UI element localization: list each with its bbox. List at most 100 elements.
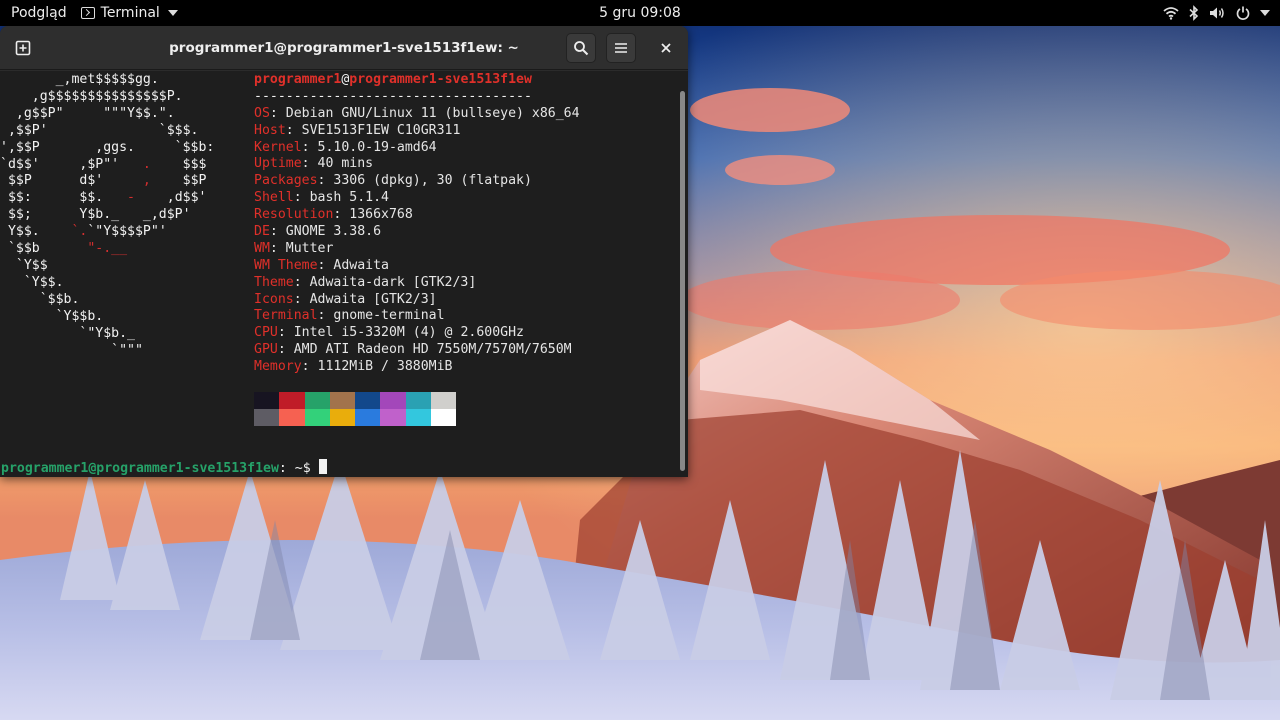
info-key: Terminal <box>254 308 318 324</box>
info-key: OS <box>254 105 270 121</box>
shell-prompt[interactable]: programmer1@programmer1-sve1513f1ew: ~$ <box>1 459 327 477</box>
text-cursor <box>318 459 327 474</box>
info-key: WM <box>254 240 270 256</box>
chevron-down-icon <box>1260 10 1270 16</box>
color-swatch <box>304 392 330 409</box>
info-row: Uptime: 40 mins <box>254 156 580 173</box>
scrollbar-thumb[interactable] <box>680 91 685 471</box>
terminal-headerbar[interactable]: programmer1@programmer1-sve1513f1ew: ~ <box>0 26 688 70</box>
volume-icon <box>1210 7 1224 19</box>
info-row: GPU: AMD ATI Radeon HD 7550M/7570M/7650M <box>254 342 580 359</box>
info-row: Shell: bash 5.1.4 <box>254 190 580 207</box>
info-value: : Adwaita <box>317 257 389 273</box>
menu-button[interactable] <box>606 33 636 63</box>
color-swatch <box>430 409 456 426</box>
info-value: : Debian GNU/Linux 11 (bullseye) x86_64 <box>269 105 580 121</box>
info-key: Shell <box>254 190 294 206</box>
terminal-app-icon <box>80 7 95 19</box>
info-value: : 40 mins <box>301 156 374 172</box>
wifi-icon <box>1163 7 1179 20</box>
info-value: : 5.10.0-19-amd64 <box>301 139 437 155</box>
info-value: : Intel i5-3320M (4) @ 2.600GHz <box>277 325 524 341</box>
color-swatch <box>254 409 280 426</box>
bluetooth-icon <box>1189 5 1199 21</box>
info-value: : AMD ATI Radeon HD 7550M/7570M/7650M <box>277 342 572 358</box>
color-swatch <box>355 409 381 426</box>
terminal-scrollbar[interactable] <box>678 71 688 477</box>
prompt-userhost: programmer1@programmer1-sve1513f1ew <box>1 461 279 476</box>
app-menu-button[interactable]: Terminal <box>80 5 178 21</box>
info-key: Host <box>254 122 286 138</box>
info-key: Memory <box>254 359 302 375</box>
info-value: : 1366x768 <box>333 207 413 223</box>
search-icon <box>574 41 589 56</box>
color-palette <box>254 392 456 426</box>
info-key: Packages <box>254 173 318 189</box>
clock-button[interactable]: 5 gru 09:08 <box>599 5 681 21</box>
color-swatch <box>380 392 406 409</box>
info-host: programmer1-sve1513f1ew <box>349 72 532 87</box>
info-row: Terminal: gnome-terminal <box>254 308 580 325</box>
terminal-output[interactable]: _,met$$$$$gg. ,g$$$$$$$$$$$$$$$P. ,g$$P"… <box>0 71 678 477</box>
new-tab-icon <box>15 40 31 56</box>
color-swatch <box>254 392 280 409</box>
info-value: : gnome-terminal <box>317 308 445 324</box>
info-row: Host: SVE1513F1EW C10GR311 <box>254 123 580 140</box>
color-swatch <box>405 392 431 409</box>
system-tray[interactable] <box>1163 0 1270 26</box>
color-swatch <box>355 392 381 409</box>
top-bar: Podgląd Terminal 5 gru 09:08 <box>0 0 1280 26</box>
info-row: WM: Mutter <box>254 241 580 258</box>
info-row: Packages: 3306 (dpkg), 30 (flatpak) <box>254 173 580 190</box>
info-value: : bash 5.1.4 <box>293 190 389 206</box>
user-host-line: programmer1@programmer1-sve1513f1ew <box>254 72 580 89</box>
info-value: : SVE1513F1EW C10GR311 <box>285 122 461 138</box>
info-row: Theme: Adwaita-dark [GTK2/3] <box>254 275 580 292</box>
info-user: programmer1 <box>254 72 342 87</box>
app-menu-label: Terminal <box>100 5 160 21</box>
hamburger-menu-icon <box>615 43 627 53</box>
info-key: Icons <box>254 291 294 307</box>
color-swatch <box>279 392 305 409</box>
info-row: CPU: Intel i5-3320M (4) @ 2.600GHz <box>254 325 580 342</box>
info-key: WM Theme <box>254 257 318 273</box>
info-row: Icons: Adwaita [GTK2/3] <box>254 292 580 309</box>
info-row: OS: Debian GNU/Linux 11 (bullseye) x86_6… <box>254 106 580 123</box>
prompt-suffix: : ~$ <box>278 461 319 476</box>
info-row: WM Theme: Adwaita <box>254 258 580 275</box>
info-separator: ----------------------------------- <box>254 88 532 104</box>
system-info: programmer1@programmer1-sve1513f1ew ----… <box>254 72 580 376</box>
color-swatch <box>430 392 456 409</box>
new-tab-button[interactable] <box>8 33 38 63</box>
info-value: : Adwaita [GTK2/3] <box>293 291 437 307</box>
color-swatch <box>380 409 406 426</box>
color-swatch <box>279 409 305 426</box>
info-row: Kernel: 5.10.0-19-amd64 <box>254 140 580 157</box>
info-key: CPU <box>254 325 278 341</box>
color-swatch <box>304 409 330 426</box>
info-value: : GNOME 3.38.6 <box>269 224 382 240</box>
info-key: Uptime <box>254 156 302 172</box>
close-icon <box>661 43 671 53</box>
power-icon <box>1236 6 1250 20</box>
info-key: GPU <box>254 342 278 358</box>
terminal-window[interactable]: programmer1@programmer1-sve1513f1ew: ~ _… <box>0 26 688 477</box>
caret-down-icon <box>167 10 178 16</box>
info-value: : 1112MiB / 3880MiB <box>301 359 453 375</box>
close-button[interactable] <box>651 33 681 63</box>
info-key: Theme <box>254 274 294 290</box>
info-row: Memory: 1112MiB / 3880MiB <box>254 359 580 376</box>
info-value: : 3306 (dpkg), 30 (flatpak) <box>317 173 532 189</box>
activities-button[interactable]: Podgląd <box>11 5 67 21</box>
info-row: Resolution: 1366x768 <box>254 207 580 224</box>
color-swatch <box>329 409 355 426</box>
info-value: : Mutter <box>269 240 334 256</box>
color-swatch <box>329 392 355 409</box>
search-button[interactable] <box>566 33 596 63</box>
debian-ascii-logo: _,met$$$$$gg. ,g$$$$$$$$$$$$$$$P. ,g$$P"… <box>0 72 215 358</box>
info-key: DE <box>254 224 270 240</box>
color-swatch <box>405 409 431 426</box>
info-value: : Adwaita-dark [GTK2/3] <box>293 274 477 290</box>
info-key: Kernel <box>254 139 302 155</box>
info-key: Resolution <box>254 207 334 223</box>
